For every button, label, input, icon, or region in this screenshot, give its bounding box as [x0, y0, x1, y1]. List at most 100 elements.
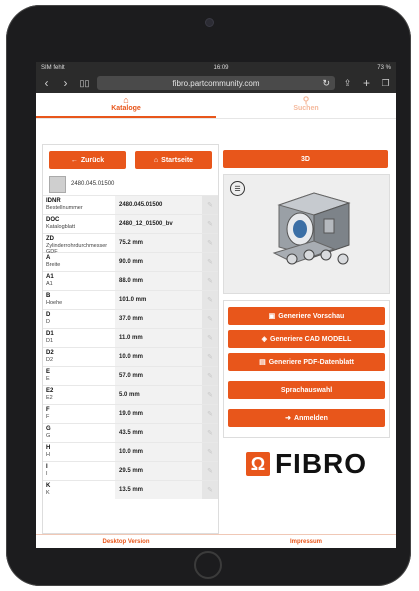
- table-row: G G 43.5 mm ✎: [43, 423, 218, 442]
- home-button[interactable]: [194, 551, 222, 579]
- generate-pdf-button[interactable]: ▤ Generiere PDF-Datenblatt: [228, 353, 385, 371]
- property-key: D2: [46, 350, 54, 356]
- search-icon: ⚲: [302, 95, 310, 105]
- tabs-icon[interactable]: ❐: [379, 78, 392, 89]
- generate-cad-button[interactable]: ◈ Generiere CAD MODELL: [228, 330, 385, 348]
- property-key: A1: [46, 274, 54, 280]
- property-value: 5.0 mm: [115, 386, 202, 404]
- property-value: 75.2 mm: [115, 234, 202, 252]
- image-icon: ▣: [268, 313, 276, 320]
- 3d-viewer[interactable]: ☰: [223, 174, 390, 294]
- edit-icon[interactable]: ✎: [202, 253, 218, 271]
- property-key-cell: IDNR Bestellnummer: [43, 196, 115, 214]
- share-icon[interactable]: ⇪: [341, 78, 354, 89]
- property-key-cell: E2 E2: [43, 386, 115, 404]
- property-value: 57.0 mm: [115, 367, 202, 385]
- table-row: ZD Zylinderrohrdurchmesser GDF 75.2 mm ✎: [43, 233, 218, 255]
- arrow-left-icon: ←: [70, 156, 78, 164]
- forward-icon[interactable]: ›: [59, 76, 72, 90]
- start-page-button[interactable]: ⌂ Startseite: [135, 151, 212, 169]
- url-bar[interactable]: fibro.partcommunity.com ↻: [97, 76, 335, 90]
- edit-icon[interactable]: ✎: [202, 329, 218, 347]
- cube-icon: ◈: [261, 336, 268, 343]
- property-desc: F: [46, 413, 50, 420]
- edit-icon[interactable]: ✎: [202, 291, 218, 309]
- 3d-button[interactable]: 3D: [223, 150, 388, 168]
- camera-icon: [205, 18, 214, 27]
- table-row: F F 19.0 mm ✎: [43, 404, 218, 423]
- edit-icon[interactable]: ✎: [202, 310, 218, 328]
- edit-icon[interactable]: ✎: [202, 443, 218, 461]
- desktop-version-link[interactable]: Desktop Version: [36, 535, 216, 548]
- edit-icon[interactable]: ✎: [202, 424, 218, 442]
- property-key: B: [46, 293, 51, 299]
- edit-icon[interactable]: ✎: [202, 272, 218, 290]
- edit-icon[interactable]: ✎: [202, 405, 218, 423]
- property-key: G: [46, 426, 51, 432]
- edit-icon[interactable]: ✎: [202, 481, 218, 499]
- part-model-image: [272, 192, 351, 265]
- property-key: D: [46, 312, 51, 318]
- property-key: DOC: [46, 217, 60, 223]
- property-key-cell: HH: [43, 443, 115, 461]
- property-value: 10.0 mm: [115, 443, 202, 461]
- generate-preview-button[interactable]: ▣ Generiere Vorschau: [228, 307, 385, 325]
- impressum-link[interactable]: Impressum: [216, 535, 396, 548]
- back-button[interactable]: ← Zurück: [49, 151, 126, 169]
- property-desc: Breite: [46, 261, 61, 268]
- table-row: I I 29.5 mm ✎: [43, 461, 218, 480]
- new-tab-icon[interactable]: +: [360, 76, 373, 90]
- property-value: 2480_12_01500_bv: [115, 215, 202, 233]
- property-desc: K: [46, 489, 50, 496]
- property-desc: D: [46, 318, 50, 325]
- edit-icon[interactable]: ✎: [202, 234, 218, 252]
- property-key: ZD: [46, 236, 54, 242]
- table-row: E2 E2 5.0 mm ✎: [43, 385, 218, 404]
- table-row: D2 D2 10.0 mm ✎: [43, 347, 218, 366]
- property-desc: E: [46, 375, 50, 382]
- property-value: 90.0 mm: [115, 253, 202, 271]
- property-value: 11.0 mm: [115, 329, 202, 347]
- tab-suchen[interactable]: ⚲ Suchen: [216, 93, 396, 118]
- tab-kataloge-label: Kataloge: [111, 105, 141, 112]
- property-desc: D1: [46, 337, 54, 344]
- table-row: D D 37.0 mm ✎: [43, 309, 218, 328]
- properties-table: IDNR Bestellnummer 2480.045.01500 ✎ DOC Katal…: [43, 195, 218, 499]
- property-key-cell: A Breite: [43, 253, 115, 271]
- property-key: E2: [46, 388, 54, 394]
- edit-icon[interactable]: ✎: [202, 367, 218, 385]
- properties-panel: ← Zurück ⌂ Startseite 2480.045.01500 IDN…: [42, 144, 219, 534]
- login-icon: ➜: [285, 415, 292, 422]
- edit-icon[interactable]: ✎: [202, 196, 218, 214]
- back-icon[interactable]: ‹: [40, 76, 53, 90]
- property-key-cell: EE: [43, 367, 115, 385]
- edit-icon[interactable]: ✎: [202, 462, 218, 480]
- language-button[interactable]: Sprachauswahl: [228, 381, 385, 399]
- property-value: 13.5 mm: [115, 481, 202, 499]
- footer: Desktop Version Impressum: [36, 534, 396, 548]
- product-thumbnail: [49, 175, 66, 193]
- property-value: 29.5 mm: [115, 462, 202, 480]
- reload-icon[interactable]: ↻: [322, 78, 330, 89]
- bookmarks-icon[interactable]: ▯▯: [78, 78, 91, 89]
- property-key: I: [46, 464, 48, 470]
- property-desc: A1: [46, 280, 53, 287]
- property-key-cell: FF: [43, 405, 115, 423]
- edit-icon[interactable]: ✎: [202, 215, 218, 233]
- tab-kataloge[interactable]: ⌂ Kataloge: [36, 93, 216, 118]
- list-icon[interactable]: ☰: [230, 181, 245, 196]
- property-value: 43.5 mm: [115, 424, 202, 442]
- property-key: F: [46, 407, 50, 413]
- table-row: IDNR Bestellnummer 2480.045.01500 ✎: [43, 195, 218, 214]
- table-row: H H 10.0 mm ✎: [43, 442, 218, 461]
- fibro-logo-icon: Ω: [245, 452, 270, 476]
- edit-icon[interactable]: ✎: [202, 348, 218, 366]
- property-value: 19.0 mm: [115, 405, 202, 423]
- table-row: D1 D1 11.0 mm ✎: [43, 328, 218, 347]
- property-value: 37.0 mm: [115, 310, 202, 328]
- table-row: A Breite 90.0 mm ✎: [43, 252, 218, 271]
- edit-icon[interactable]: ✎: [202, 386, 218, 404]
- property-key-cell: D1 D1: [43, 329, 115, 347]
- login-button[interactable]: ➜ Anmelden: [228, 409, 385, 427]
- property-value: 10.0 mm: [115, 348, 202, 366]
